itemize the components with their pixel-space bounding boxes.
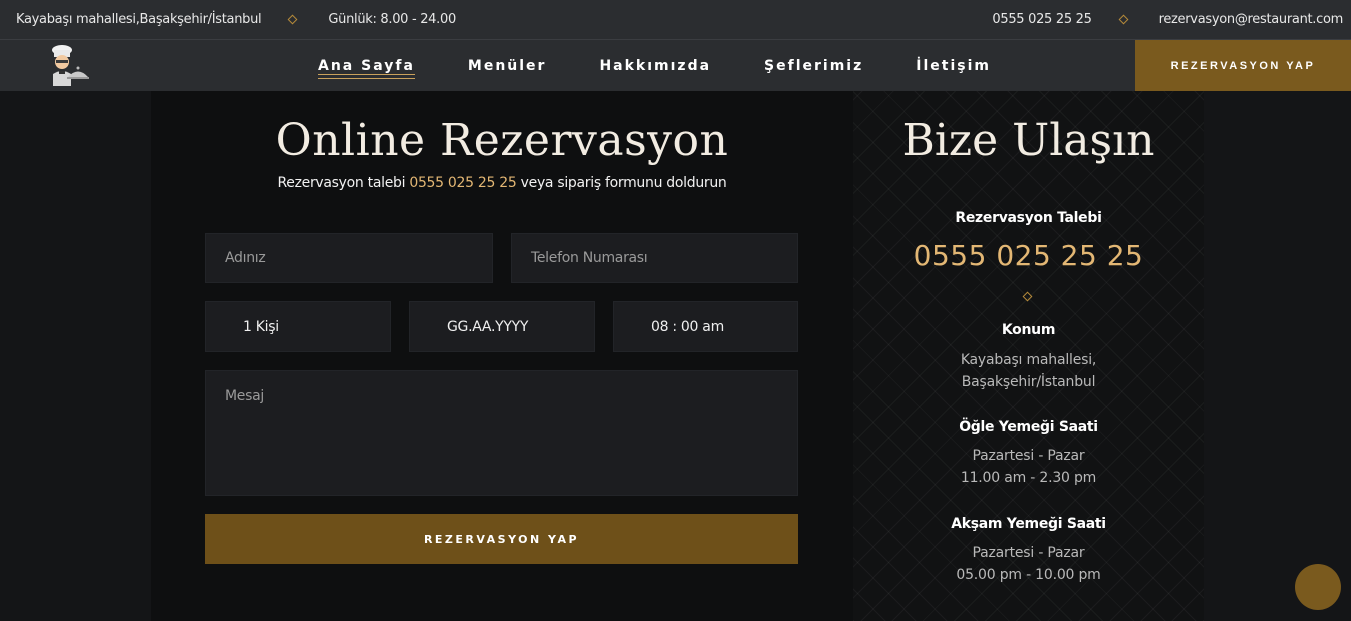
request-block: Rezervasyon Talebi	[853, 210, 1204, 226]
opening-hours-text: Günlük: 8.00 - 24.00	[328, 12, 456, 27]
reservation-subtitle: Rezervasyon talebi 0555 025 25 25 veya s…	[151, 175, 853, 191]
nav-item-menuler[interactable]: Menüler	[468, 58, 547, 74]
time-input[interactable]: 08 : 00 am	[613, 301, 798, 352]
subtitle-suffix: veya sipariş formunu doldurun	[520, 175, 727, 191]
contact-title: Bize Ulaşın	[902, 115, 1155, 166]
diamond-icon	[287, 14, 298, 25]
nav-item-hakkimizda[interactable]: Hakkımızda	[599, 58, 711, 74]
nav-item-iletisim[interactable]: İletişim	[916, 58, 991, 74]
location-line-1: Kayabaşı mahallesi,	[960, 352, 1097, 368]
reservation-panel: Online Rezervasyon Rezervasyon talebi 05…	[151, 91, 853, 621]
message-textarea[interactable]: Mesaj	[205, 370, 798, 496]
lunch-hours: 11.00 am - 2.30 pm	[960, 470, 1097, 486]
top-info-bar: Kayabaşı mahallesi,Başakşehir/İstanbul G…	[0, 0, 1351, 40]
chef-logo-icon[interactable]	[48, 44, 90, 86]
date-input[interactable]: GG.AA.YYYY	[409, 301, 595, 352]
location-line-2: Başakşehir/İstanbul	[961, 374, 1096, 390]
subtitle-prefix: Rezervasyon talebi	[277, 175, 406, 191]
people-select[interactable]: 1 Kişi	[205, 301, 391, 352]
address-text: Kayabaşı mahallesi,Başakşehir/İstanbul	[16, 12, 262, 27]
lunch-text-block: Pazartesi - Pazar 11.00 am - 2.30 pm	[853, 445, 1204, 489]
reservation-nav-button[interactable]: REZERVASYON YAP	[1135, 40, 1351, 91]
dinner-text-block: Pazartesi - Pazar 05.00 pm - 10.00 pm	[853, 542, 1204, 586]
nav-item-seflerimiz[interactable]: Şeflerimiz	[764, 58, 863, 74]
top-info-left: Kayabaşı mahallesi,Başakşehir/İstanbul G…	[0, 12, 456, 27]
request-phone-link[interactable]: 0555 025 25 25	[853, 239, 1204, 272]
phone-link[interactable]: 0555 025 25 25	[992, 12, 1091, 27]
page-title: Online Rezervasyon	[275, 115, 729, 166]
contact-panel: Bize Ulaşın Rezervasyon Talebi 0555 025 …	[853, 91, 1204, 621]
location-label: Konum	[1001, 322, 1056, 338]
dinner-block: Akşam Yemeği Saati	[853, 516, 1204, 532]
top-info-right: 0555 025 25 25 rezervasyon@restaurant.co…	[992, 12, 1351, 27]
lunch-label: Öğle Yemeği Saati	[959, 419, 1098, 435]
location-text-block: Kayabaşı mahallesi, Başakşehir/İstanbul	[853, 349, 1204, 393]
name-input[interactable]: Adınız	[205, 233, 493, 283]
diamond-icon	[1118, 14, 1129, 25]
dinner-hours: 05.00 pm - 10.00 pm	[956, 567, 1101, 583]
email-link[interactable]: rezervasyon@restaurant.com	[1159, 12, 1344, 27]
location-block: Konum	[853, 322, 1204, 338]
phone-input[interactable]: Telefon Numarası	[511, 233, 798, 283]
dinner-label: Akşam Yemeği Saati	[951, 516, 1106, 532]
dinner-days: Pazartesi - Pazar	[972, 545, 1085, 561]
submit-reservation-button[interactable]: REZERVASYON YAP	[205, 514, 798, 564]
primary-nav: Ana Sayfa Menüler Hakkımızda Şeflerimiz …	[318, 40, 1044, 91]
subtitle-phone-link[interactable]: 0555 025 25 25	[409, 175, 516, 191]
nav-item-ana-sayfa[interactable]: Ana Sayfa	[318, 58, 415, 79]
lunch-days: Pazartesi - Pazar	[972, 448, 1085, 464]
request-label: Rezervasyon Talebi	[955, 210, 1102, 226]
request-phone-block: 0555 025 25 25	[853, 239, 1204, 272]
main-navbar: Ana Sayfa Menüler Hakkımızda Şeflerimiz …	[0, 40, 1351, 91]
diamond-icon	[1022, 291, 1033, 302]
lunch-block: Öğle Yemeği Saati	[853, 419, 1204, 435]
floating-action-button[interactable]	[1295, 564, 1341, 610]
